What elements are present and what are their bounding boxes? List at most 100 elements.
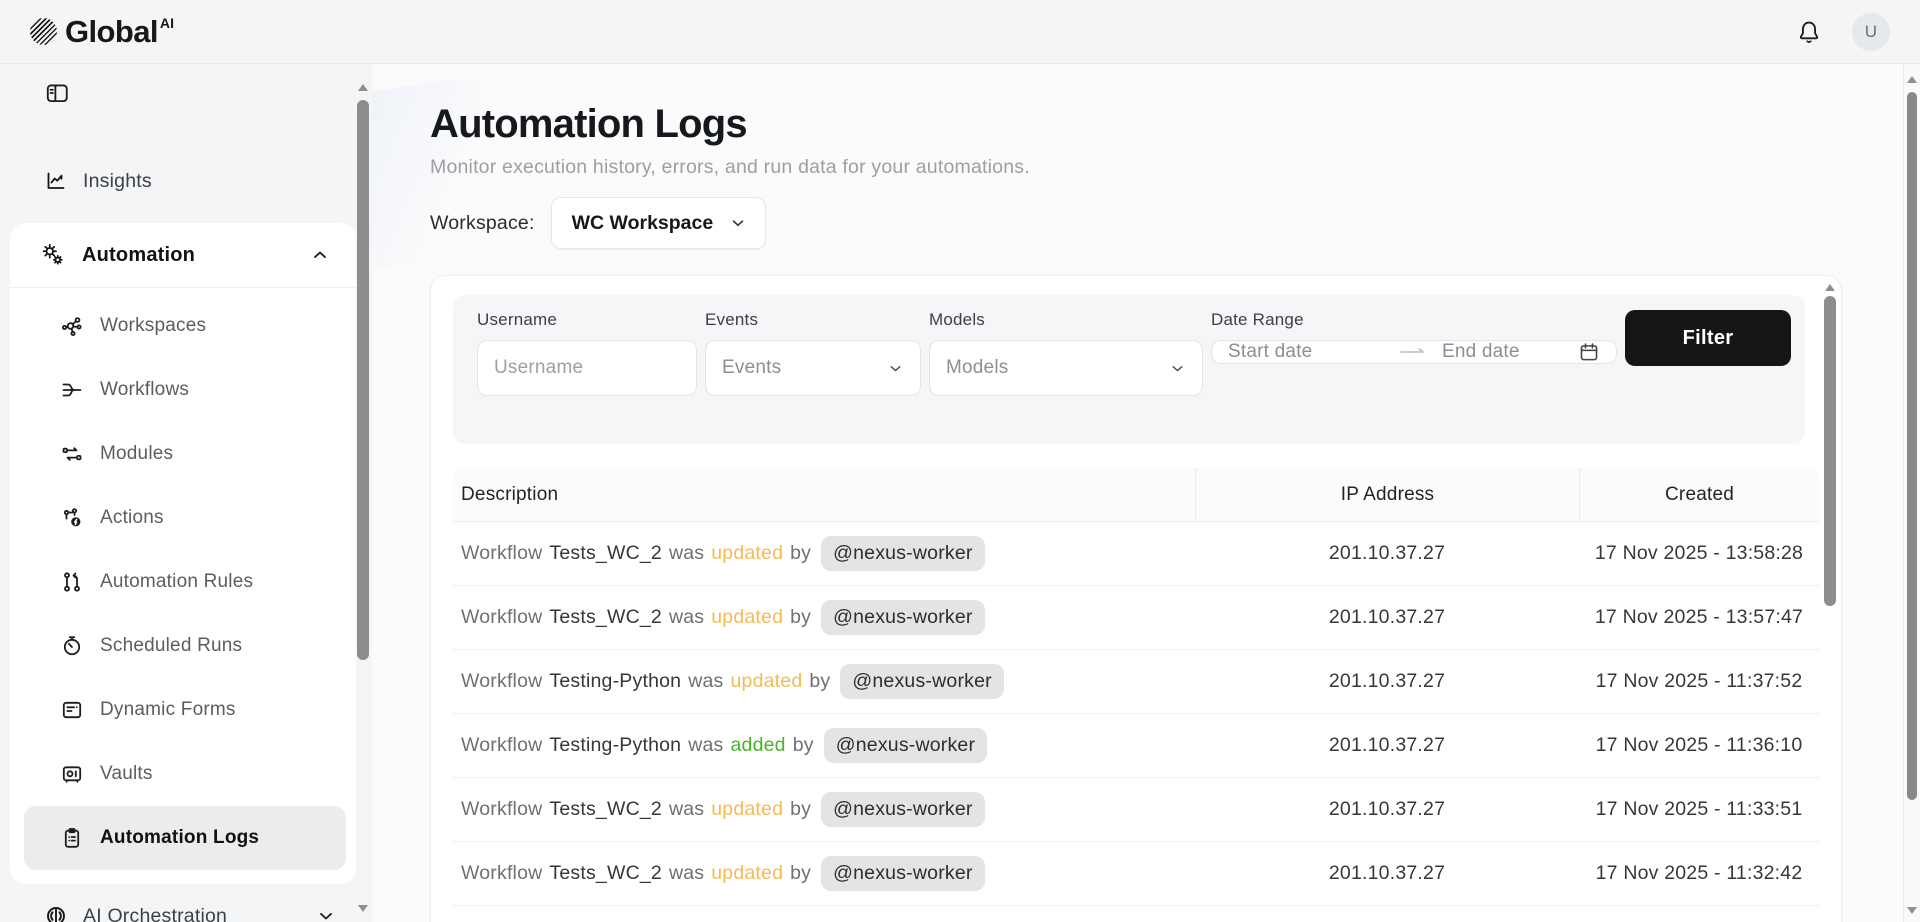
sidebar-item-label: Dynamic Forms <box>100 699 236 721</box>
event-type: updated <box>711 862 783 885</box>
date-range-input[interactable]: Start date End date <box>1211 340 1617 364</box>
events-value: Events <box>722 357 781 379</box>
verb: was <box>669 542 704 565</box>
vault-safe-icon <box>60 762 84 786</box>
scroll-down-arrow[interactable] <box>1907 907 1917 914</box>
column-header-ip: IP Address <box>1195 468 1579 521</box>
gears-icon <box>40 242 66 268</box>
table-row[interactable]: Workflow Tests_WC_2 was updated by @nexu… <box>453 778 1819 842</box>
entity-name: Tests_WC_2 <box>549 606 662 629</box>
sidebar-item-label: Workflows <box>100 379 189 401</box>
created-timestamp: 17 Nov 2025 - 11:33:51 <box>1579 778 1819 841</box>
by: by <box>790 542 811 565</box>
column-header-created: Created <box>1579 468 1819 521</box>
automation-submenu: Workspaces Workflows <box>10 288 356 884</box>
entity-type: Workflow <box>461 606 542 629</box>
table-row[interactable]: Workflow Tests_WC_2 was updated by @nexu… <box>453 522 1819 586</box>
brand-superscript: AI <box>160 15 174 31</box>
username-label: Username <box>477 310 697 330</box>
workspace-value: WC Workspace <box>572 212 714 235</box>
sidebar-item-workspaces[interactable]: Workspaces <box>10 294 356 358</box>
entity-type: Workflow <box>461 670 542 693</box>
actions-bolt-icon <box>60 506 84 530</box>
sidebar-item-modules[interactable]: Modules <box>10 422 356 486</box>
events-filter: Events Events <box>705 310 929 396</box>
event-type: added <box>731 734 786 757</box>
entity-name: Tests_WC_2 <box>549 542 662 565</box>
date-range-filter: Date Range Start date End date <box>1211 310 1617 364</box>
app-header: Global AI U <box>0 0 1920 64</box>
workspace-label: Workspace: <box>430 212 535 235</box>
event-type: updated <box>731 670 803 693</box>
calendar-icon <box>1578 341 1600 363</box>
created-timestamp: 17 Nov 2025 - 11:37:52 <box>1579 650 1819 713</box>
header-actions: U <box>1796 13 1890 51</box>
verb: was <box>688 734 723 757</box>
entity-name: Tests_WC_2 <box>549 862 662 885</box>
verb: was <box>688 670 723 693</box>
sidebar-item-label: Modules <box>100 443 173 465</box>
by: by <box>793 734 814 757</box>
main-content: Automation Logs Monitor execution histor… <box>372 64 1920 922</box>
logs-table: Description IP Address Created Workflow … <box>453 468 1819 906</box>
sidebar-item-automation-logs[interactable]: Automation Logs <box>24 806 346 870</box>
sidebar-item-label: Automation <box>82 244 195 267</box>
table-row[interactable]: Workflow Tests_WC_2 was updated by @nexu… <box>453 586 1819 650</box>
end-date-placeholder: End date <box>1442 341 1578 363</box>
username-input[interactable] <box>477 340 697 396</box>
insights-chart-icon <box>44 169 68 193</box>
ip-address: 201.10.37.27 <box>1195 586 1579 649</box>
entity-type: Workflow <box>461 798 542 821</box>
brand-logo[interactable]: Global AI <box>30 14 174 50</box>
start-date-placeholder: Start date <box>1228 341 1400 363</box>
table-row[interactable]: Workflow Tests_WC_2 was updated by @nexu… <box>453 842 1819 906</box>
scroll-up-arrow[interactable] <box>1907 76 1917 83</box>
scroll-up-arrow[interactable] <box>1825 284 1835 291</box>
by: by <box>790 798 811 821</box>
entity-type: Workflow <box>461 734 542 757</box>
table-row[interactable]: Workflow Testing-Python was added by @ne… <box>453 714 1819 778</box>
workspace-select[interactable]: WC Workspace <box>551 197 767 249</box>
entity-type: Workflow <box>461 862 542 885</box>
actor-badge: @nexus-worker <box>840 664 1003 699</box>
event-type: updated <box>711 798 783 821</box>
models-select[interactable]: Models <box>929 340 1203 396</box>
events-select[interactable]: Events <box>705 340 921 396</box>
table-row[interactable]: Workflow Testing-Python was updated by @… <box>453 650 1819 714</box>
sidebar-item-scheduled-runs[interactable]: Scheduled Runs <box>10 614 356 678</box>
sidebar-item-actions[interactable]: Actions <box>10 486 356 550</box>
entity-name: Tests_WC_2 <box>549 798 662 821</box>
sidebar-item-label: AI Orchestration <box>83 905 227 922</box>
actor-badge: @nexus-worker <box>821 536 984 571</box>
log-description: Workflow Tests_WC_2 was updated by @nexu… <box>453 778 1195 841</box>
sidebar-item-automation-rules[interactable]: Automation Rules <box>10 550 356 614</box>
actor-badge: @nexus-worker <box>821 600 984 635</box>
chevron-down-icon <box>729 214 747 232</box>
brand-name: Global <box>65 14 158 50</box>
app-shell: Insights Automation <box>0 64 1920 922</box>
table-scrollbar-thumb[interactable] <box>1824 296 1836 606</box>
sidebar-item-label: Vaults <box>100 763 153 785</box>
user-avatar[interactable]: U <box>1852 13 1890 51</box>
verb: was <box>669 798 704 821</box>
scroll-up-arrow[interactable] <box>358 84 368 91</box>
sidebar-item-label: Automation Logs <box>100 827 259 849</box>
by: by <box>790 862 811 885</box>
sidebar-item-workflows[interactable]: Workflows <box>10 358 356 422</box>
models-filter: Models Models <box>929 310 1203 396</box>
event-type: updated <box>711 542 783 565</box>
actor-badge: @nexus-worker <box>821 856 984 891</box>
sidebar-item-dynamic-forms[interactable]: Dynamic Forms <box>10 678 356 742</box>
sidebar-toggle-button[interactable] <box>44 80 70 106</box>
window-scrollbar-thumb[interactable] <box>1907 92 1917 800</box>
sidebar-scrollbar-thumb[interactable] <box>357 100 369 660</box>
sidebar-item-vaults[interactable]: Vaults <box>10 742 356 806</box>
sidebar: Insights Automation <box>0 64 372 922</box>
filter-button[interactable]: Filter <box>1625 310 1791 366</box>
sidebar-item-ai-orchestration[interactable]: AI Orchestration <box>0 894 372 922</box>
notifications-button[interactable] <box>1796 19 1822 45</box>
sidebar-item-insights[interactable]: Insights <box>0 159 372 203</box>
sidebar-item-automation[interactable]: Automation <box>10 223 356 287</box>
actor-badge: @nexus-worker <box>821 792 984 827</box>
scroll-down-arrow[interactable] <box>358 905 368 912</box>
